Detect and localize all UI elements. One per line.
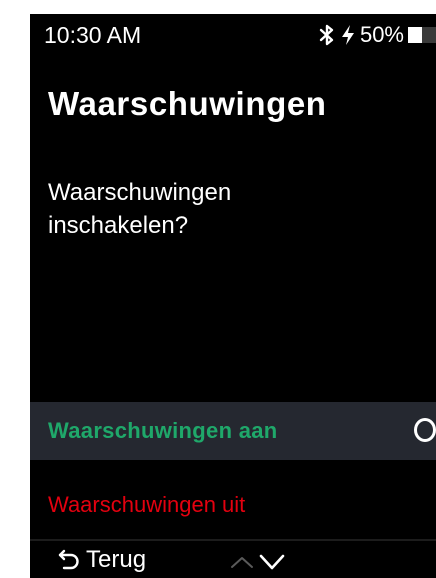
prompt-text: Waarschuwingen inschakelen?	[48, 179, 232, 239]
status-bar: 10:30 AM 50%	[30, 14, 436, 54]
bottom-bar: Terug	[30, 541, 436, 578]
status-time: 10:30 AM	[44, 22, 142, 48]
battery-icon	[408, 27, 436, 43]
battery-empty	[422, 27, 436, 43]
radio-icon[interactable]	[414, 418, 436, 442]
status-indicators: 50%	[318, 21, 436, 49]
charging-bolt-icon	[340, 23, 356, 47]
device-screen: 10:30 AM 50% Waarschuwingen Waarschuwing…	[30, 14, 436, 578]
bluetooth-icon	[318, 23, 336, 47]
option-warnings-on[interactable]: Waarschuwingen aan	[30, 402, 436, 460]
scroll-down-icon[interactable]	[256, 551, 288, 573]
back-label: Terug	[86, 546, 147, 573]
option-warnings-off[interactable]: Waarschuwingen uit	[30, 476, 436, 534]
back-button[interactable]: Terug	[58, 546, 146, 574]
back-arrow-icon	[58, 546, 80, 575]
battery-fill	[408, 27, 422, 43]
page-title: Waarschuwingen	[48, 85, 327, 122]
option-label: Waarschuwingen uit	[48, 492, 246, 517]
scroll-up-icon[interactable]	[228, 553, 256, 571]
battery-percent: 50%	[359, 22, 404, 47]
option-label: Waarschuwingen aan	[48, 418, 278, 443]
